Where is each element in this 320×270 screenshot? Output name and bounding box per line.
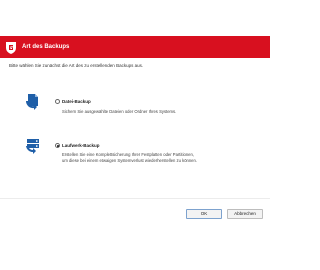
window-title: Art des Backups — [22, 44, 70, 50]
option-label-drive-backup[interactable]: Laufwerk-Backup — [62, 143, 100, 148]
instruction-text: Bitte wählen Sie zunächst die Art des zu… — [9, 63, 144, 68]
title-bar: Art des Backups — [0, 36, 270, 58]
cancel-button[interactable]: Abbrechen — [227, 209, 263, 219]
file-backup-icon — [25, 94, 38, 110]
option-description-drive-backup-line-2: um diese bei einem etwaigen Systemverlus… — [62, 158, 198, 163]
option-description-file-backup: Sichern Sie ausgewählte Dateien oder Ord… — [62, 109, 177, 114]
radio-file-backup[interactable] — [55, 99, 60, 104]
gdata-shield-icon — [6, 42, 16, 54]
option-label-file-backup[interactable]: Datei-Backup — [62, 99, 91, 104]
cancel-button-label: Abbrechen — [234, 211, 256, 216]
ok-button[interactable]: OK — [186, 209, 222, 219]
ok-button-label: OK — [200, 211, 208, 216]
drive-backup-icon — [26, 139, 39, 154]
radio-drive-backup[interactable] — [55, 143, 60, 148]
